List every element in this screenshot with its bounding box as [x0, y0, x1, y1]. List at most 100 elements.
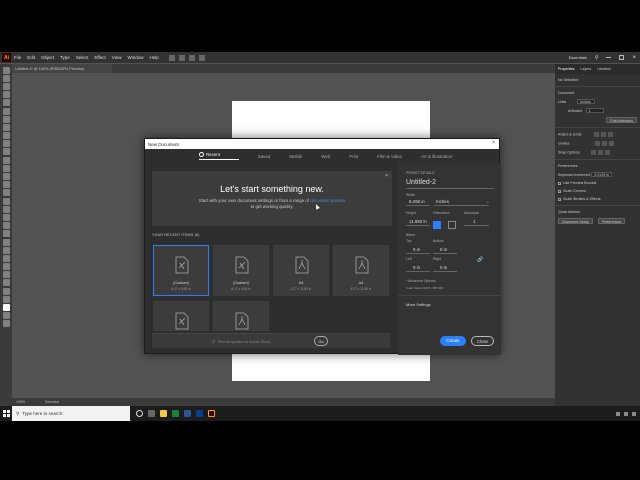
preferences-button[interactable]: Preferences [597, 218, 626, 224]
close-button[interactable]: Close [471, 336, 494, 346]
zoom-tool-icon[interactable] [2, 295, 10, 303]
menu-effect[interactable]: Effect [94, 55, 105, 60]
curvature-tool-icon[interactable] [2, 107, 10, 115]
volume-icon[interactable] [624, 411, 628, 416]
tab-art-illustration[interactable]: Art & Illustration [421, 154, 452, 159]
file-explorer-icon[interactable] [160, 410, 167, 417]
grid-icon[interactable] [601, 132, 607, 137]
notification-icon[interactable] [632, 411, 636, 416]
rulers-icon[interactable] [594, 132, 600, 137]
document-name-field[interactable]: Untitled-2 [406, 179, 436, 186]
document-presets-link[interactable]: document presets [310, 198, 345, 203]
symbol-sprayer-tool-icon[interactable] [2, 254, 10, 262]
menu-window[interactable]: Window [127, 55, 143, 60]
gradient-tool-icon[interactable] [2, 230, 10, 238]
scale-corners-checkbox[interactable] [558, 189, 561, 193]
cortana-icon[interactable] [136, 410, 143, 417]
type-tool-icon[interactable] [2, 115, 10, 123]
free-transform-tool-icon[interactable] [2, 197, 10, 205]
artboard-dropdown[interactable]: 1 [585, 108, 604, 113]
artboard-tool-icon[interactable] [2, 271, 10, 279]
menu-select[interactable]: Select [76, 55, 89, 60]
banner-close-icon[interactable]: × [385, 173, 388, 179]
menu-edit[interactable]: Edit [27, 55, 35, 60]
draw-mode-icon[interactable] [2, 312, 10, 320]
bleed-top-field[interactable]: 0 in [413, 247, 420, 252]
pencil-tool-icon[interactable] [2, 156, 10, 164]
smart-guides-icon[interactable] [609, 141, 615, 146]
keyboard-increment-field[interactable]: 0.0139 in [591, 172, 613, 177]
go-button[interactable]: Go [314, 336, 328, 346]
create-button[interactable]: Create [440, 336, 466, 346]
magic-wand-tool-icon[interactable] [2, 82, 10, 90]
illustrator-taskbar-icon[interactable] [208, 410, 215, 417]
show-guides-icon[interactable] [595, 141, 601, 146]
preset-card[interactable]: A4 8.27 x 11.69 in [333, 245, 389, 296]
preset-card[interactable]: A4 8.27 x 11.69 in [273, 245, 329, 296]
menu-help[interactable]: Help [149, 55, 158, 60]
preset-card[interactable]: [Custom] 8.27 x 9.69 in [153, 245, 209, 296]
menu-object[interactable]: Object [41, 55, 54, 60]
tab-properties[interactable]: Properties [558, 67, 574, 71]
artboards-field[interactable]: 1 [473, 219, 475, 224]
menu-file[interactable]: File [14, 55, 21, 60]
document-setup-button[interactable]: Document Setup [558, 218, 593, 224]
blend-tool-icon[interactable] [2, 246, 10, 254]
spreadsheet-app-icon[interactable] [172, 410, 179, 417]
tab-layers[interactable]: Layers [580, 67, 591, 71]
tab-film-video[interactable]: Film & Video [377, 154, 402, 159]
direct-selection-tool-icon[interactable] [2, 74, 10, 82]
pen-tool-icon[interactable] [2, 99, 10, 107]
workspace-switcher[interactable]: Essentials [569, 55, 587, 60]
snap-to-point-icon[interactable] [590, 150, 596, 155]
tab-web[interactable]: Web [321, 154, 330, 159]
document-tab[interactable]: Untitled-1* @ 100% (RGB/GPU Preview) [12, 64, 112, 73]
landscape-orientation-button[interactable] [448, 221, 456, 229]
link-bleed-icon[interactable]: 🔗 [477, 257, 483, 263]
edit-artboards-button[interactable]: Edit Artboards [606, 117, 637, 123]
tab-saved[interactable]: Saved [258, 154, 270, 159]
stock-search-input[interactable]: ⚲ Find templates on Adobe Stock [212, 338, 302, 345]
slice-tool-icon[interactable] [2, 279, 10, 287]
arrange-documents-icon[interactable] [168, 54, 175, 61]
maximize-icon[interactable] [619, 55, 625, 60]
shape-builder-tool-icon[interactable] [2, 205, 10, 213]
portrait-orientation-button[interactable] [433, 221, 441, 229]
tab-mobile[interactable]: Mobile [289, 154, 302, 159]
outlook-app-icon[interactable] [196, 410, 203, 417]
zoom-level[interactable]: 100% [16, 400, 25, 404]
use-preview-bounds-checkbox[interactable] [558, 181, 561, 185]
more-settings-link[interactable]: More Settings [406, 302, 431, 307]
bleed-right-field[interactable]: 0 in [440, 265, 447, 270]
width-field[interactable]: 8.268 in [409, 199, 425, 204]
pen-icon[interactable] [188, 54, 195, 61]
tab-print[interactable]: Print [349, 154, 358, 159]
layout-icon[interactable] [178, 54, 185, 61]
advanced-options-toggle[interactable]: › Advanced Options [406, 279, 436, 283]
word-app-icon[interactable] [184, 410, 191, 417]
taskbar-search-input[interactable]: ⚲ Type here to search [12, 406, 130, 421]
start-button[interactable] [0, 406, 12, 421]
minimize-icon[interactable] [606, 57, 612, 58]
mesh-tool-icon[interactable] [2, 222, 10, 230]
snap-to-pixel-icon[interactable] [604, 150, 610, 155]
selection-tool-icon[interactable] [2, 66, 10, 74]
snap-to-grid-icon[interactable] [597, 150, 603, 155]
units-dropdown[interactable]: Inches [577, 99, 596, 104]
graph-tool-icon[interactable] [2, 263, 10, 271]
transparency-grid-icon[interactable] [608, 132, 614, 137]
tab-recent[interactable]: Recent [199, 152, 239, 161]
height-field[interactable]: 11.693 in [409, 219, 427, 224]
menu-type[interactable]: Type [60, 55, 70, 60]
scale-tool-icon[interactable] [2, 181, 10, 189]
rotate-tool-icon[interactable] [2, 173, 10, 181]
scale-strokes-checkbox[interactable] [558, 197, 561, 201]
search-icon[interactable]: ⚲ [595, 55, 599, 61]
eyedropper-tool-icon[interactable] [2, 238, 10, 246]
preset-card[interactable] [213, 301, 269, 331]
dialog-close-icon[interactable]: × [492, 140, 495, 146]
width-tool-icon[interactable] [2, 189, 10, 197]
paintbrush-tool-icon[interactable] [2, 140, 10, 148]
screen-mode-icon[interactable] [2, 320, 10, 328]
lock-guides-icon[interactable] [602, 141, 608, 146]
